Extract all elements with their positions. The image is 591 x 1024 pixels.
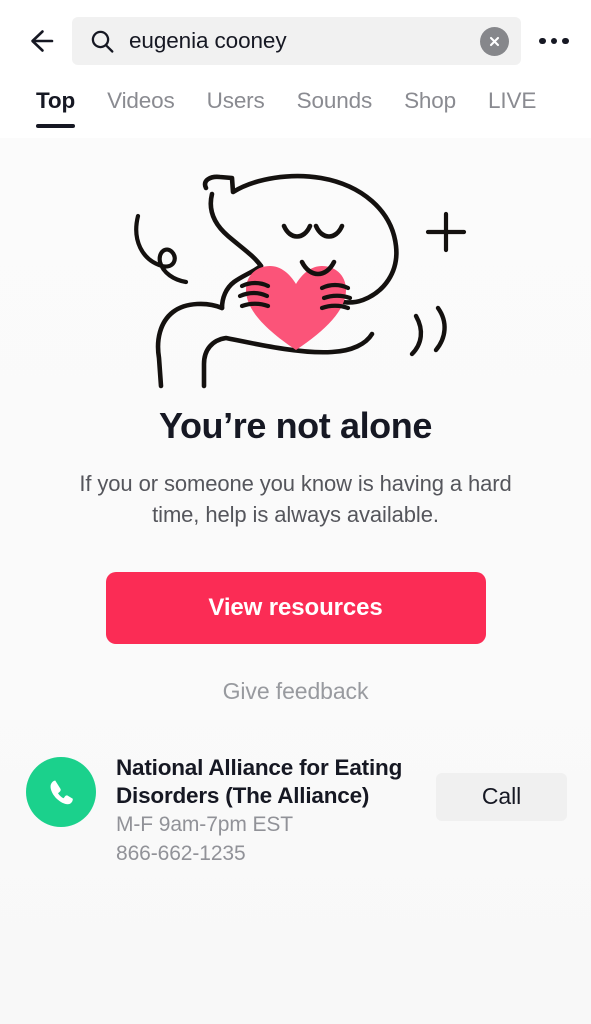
- call-button[interactable]: Call: [436, 772, 567, 821]
- search-bar[interactable]: [72, 17, 521, 65]
- swirl-mark: [133, 213, 188, 285]
- hotline-row: National Alliance for Eating Disorders (…: [0, 753, 591, 868]
- tab-top[interactable]: Top: [20, 82, 91, 128]
- page-subtitle: If you or someone you know is having a h…: [79, 470, 512, 527]
- view-resources-button[interactable]: View resources: [105, 571, 486, 644]
- tab-label: Videos: [107, 88, 175, 113]
- back-button[interactable]: [16, 18, 62, 64]
- tab-shop[interactable]: Shop: [388, 82, 472, 118]
- clear-search-button[interactable]: [480, 26, 509, 56]
- tab-label: Top: [36, 88, 76, 113]
- close-icon: [489, 36, 500, 46]
- tab-label: LIVE: [488, 88, 537, 113]
- tab-label: Users: [206, 88, 265, 113]
- more-options-button[interactable]: [531, 18, 577, 64]
- give-feedback-link[interactable]: Give feedback: [223, 678, 369, 705]
- tab-videos[interactable]: Videos: [91, 82, 191, 118]
- tab-users[interactable]: Users: [191, 82, 281, 118]
- hotline-info: National Alliance for Eating Disorders (…: [116, 753, 416, 868]
- eye-left: [281, 223, 312, 239]
- search-input[interactable]: [129, 28, 466, 54]
- arrow-left-icon: [31, 30, 54, 52]
- view-resources-label: View resources: [208, 593, 383, 621]
- heart-shape: [245, 266, 346, 350]
- more-dot: [539, 37, 546, 45]
- resource-panel: You’re not alone If you or someone you k…: [0, 138, 591, 1024]
- call-label: Call: [481, 783, 522, 810]
- tab-label: Shop: [404, 88, 457, 113]
- person-hugging-heart-illustration: [133, 173, 466, 389]
- page-title: You’re not alone: [159, 405, 432, 446]
- hotline-phone-number: 866-662-1235: [116, 841, 246, 865]
- tab-label: Sounds: [296, 88, 373, 113]
- sparkle-mark: [425, 211, 466, 253]
- more-dot: [562, 37, 569, 45]
- hotline-name: National Alliance for Eating Disorders (…: [116, 754, 403, 808]
- tab-live[interactable]: LIVE: [472, 82, 552, 118]
- more-dot: [550, 37, 558, 45]
- search-icon: [90, 29, 115, 54]
- give-feedback-label: Give feedback: [222, 677, 369, 704]
- eye-right: [313, 223, 344, 239]
- phone-call-icon-button[interactable]: [26, 756, 96, 827]
- search-tabs: Top Videos Users Sounds Shop LIVE: [0, 82, 591, 138]
- tab-sounds[interactable]: Sounds: [281, 82, 388, 118]
- hotline-hours: M-F 9am-7pm EST: [116, 812, 294, 836]
- motion-marks: [409, 305, 447, 357]
- app-header: [0, 0, 591, 82]
- search-results-screen: Top Videos Users Sounds Shop LIVE: [0, 0, 591, 1024]
- phone-icon: [50, 780, 73, 804]
